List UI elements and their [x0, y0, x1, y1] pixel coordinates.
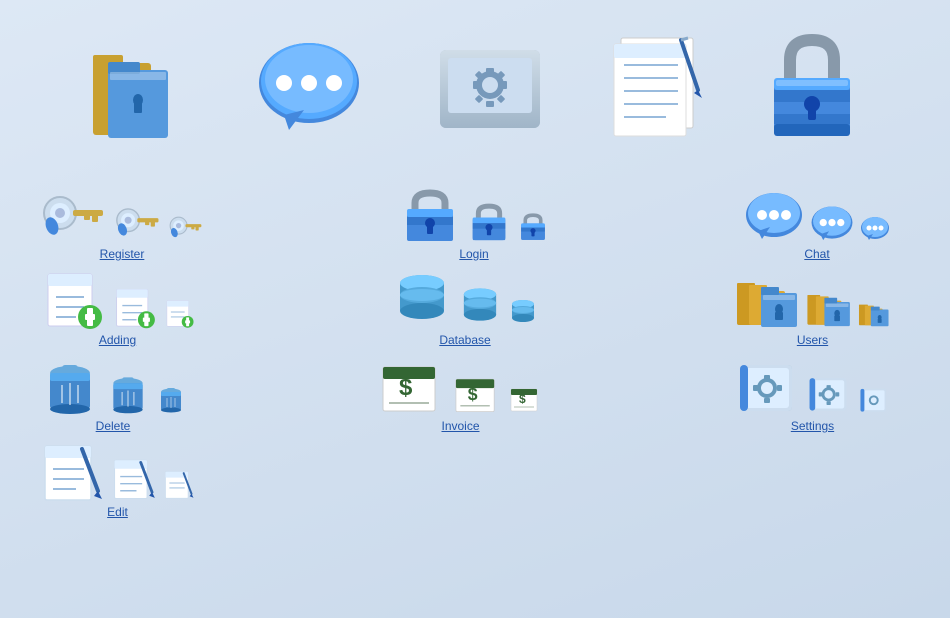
svg-text:$: $ — [399, 374, 413, 401]
login-label[interactable]: Login — [459, 247, 488, 261]
settings-label[interactable]: Settings — [791, 419, 834, 433]
register-icon-md — [114, 201, 162, 243]
users-large-icon — [88, 35, 198, 150]
login-icon-md — [467, 199, 511, 243]
invoice-icon-lg: $ — [379, 359, 447, 415]
invoice-icon-sm: $ — [509, 383, 543, 415]
adding-icon-sm — [163, 297, 195, 329]
edit-icons — [40, 441, 195, 501]
settings-icon-md — [806, 373, 852, 415]
row-edit: Edit — [20, 441, 930, 519]
register-icon-lg — [40, 188, 108, 243]
database-icon-sm — [508, 295, 538, 329]
adding-icon-lg — [40, 269, 105, 329]
chat-group: Chat — [744, 191, 890, 261]
chat-label[interactable]: Chat — [804, 247, 829, 261]
chat-icon-lg — [744, 191, 804, 243]
settings-icon-sm — [858, 385, 890, 415]
login-icon-sm — [517, 209, 549, 243]
row-delete-invoice-settings: Delete $ $ — [20, 355, 930, 433]
invoice-icon-md: $ — [453, 373, 503, 415]
delete-icon-sm — [156, 381, 186, 415]
database-icons — [392, 269, 538, 329]
register-icon-sm — [168, 211, 204, 243]
delete-label[interactable]: Delete — [96, 419, 131, 433]
database-label[interactable]: Database — [439, 333, 490, 347]
edit-icon-lg — [40, 441, 105, 501]
users-group: Users — [735, 271, 890, 347]
invoice-label[interactable]: Invoice — [441, 419, 479, 433]
delete-icons — [40, 355, 186, 415]
adding-icons — [40, 269, 195, 329]
adding-label[interactable]: Adding — [99, 333, 136, 347]
notes-large-icon — [606, 30, 706, 155]
users-label[interactable]: Users — [797, 333, 828, 347]
users-icon-lg — [735, 271, 800, 329]
delete-group: Delete — [40, 355, 186, 433]
adding-icon-md — [111, 285, 157, 329]
edit-label[interactable]: Edit — [107, 505, 128, 519]
database-icon-lg — [392, 269, 452, 329]
edit-group: Edit — [40, 441, 195, 519]
users-icon-md — [806, 285, 852, 329]
top-icons-row — [20, 20, 930, 185]
settings-large-icon — [430, 40, 550, 145]
delete-icon-lg — [40, 355, 100, 415]
database-icon-md — [458, 283, 502, 329]
delete-icon-md — [106, 369, 150, 415]
users-icons — [735, 271, 890, 329]
row-register-login-chat: Register — [20, 185, 930, 261]
users-icon-sm — [858, 297, 890, 329]
chat-large-icon — [254, 35, 374, 150]
invoice-icons: $ $ $ — [379, 359, 543, 415]
settings-icons — [735, 360, 890, 415]
edit-icon-sm — [163, 467, 195, 501]
edit-icon-md — [111, 455, 157, 501]
row-adding-database-users: Adding — [20, 269, 930, 347]
login-group: Login — [399, 185, 549, 261]
login-icon-lg — [399, 185, 461, 243]
chat-icons — [744, 191, 890, 243]
register-label[interactable]: Register — [100, 247, 145, 261]
register-icons — [40, 188, 204, 243]
database-group: Database — [392, 269, 538, 347]
chat-icon-md — [810, 205, 854, 243]
svg-text:$: $ — [519, 392, 526, 406]
lock-large-icon — [762, 30, 862, 155]
register-group: Register — [40, 188, 204, 261]
adding-group: Adding — [40, 269, 195, 347]
svg-text:$: $ — [467, 384, 477, 404]
settings-group: Settings — [735, 360, 890, 433]
page: Register — [0, 0, 950, 618]
invoice-group: $ $ $ Invoice — [379, 359, 543, 433]
login-icons — [399, 185, 549, 243]
chat-icon-sm — [860, 215, 890, 243]
settings-icon-lg — [735, 360, 800, 415]
